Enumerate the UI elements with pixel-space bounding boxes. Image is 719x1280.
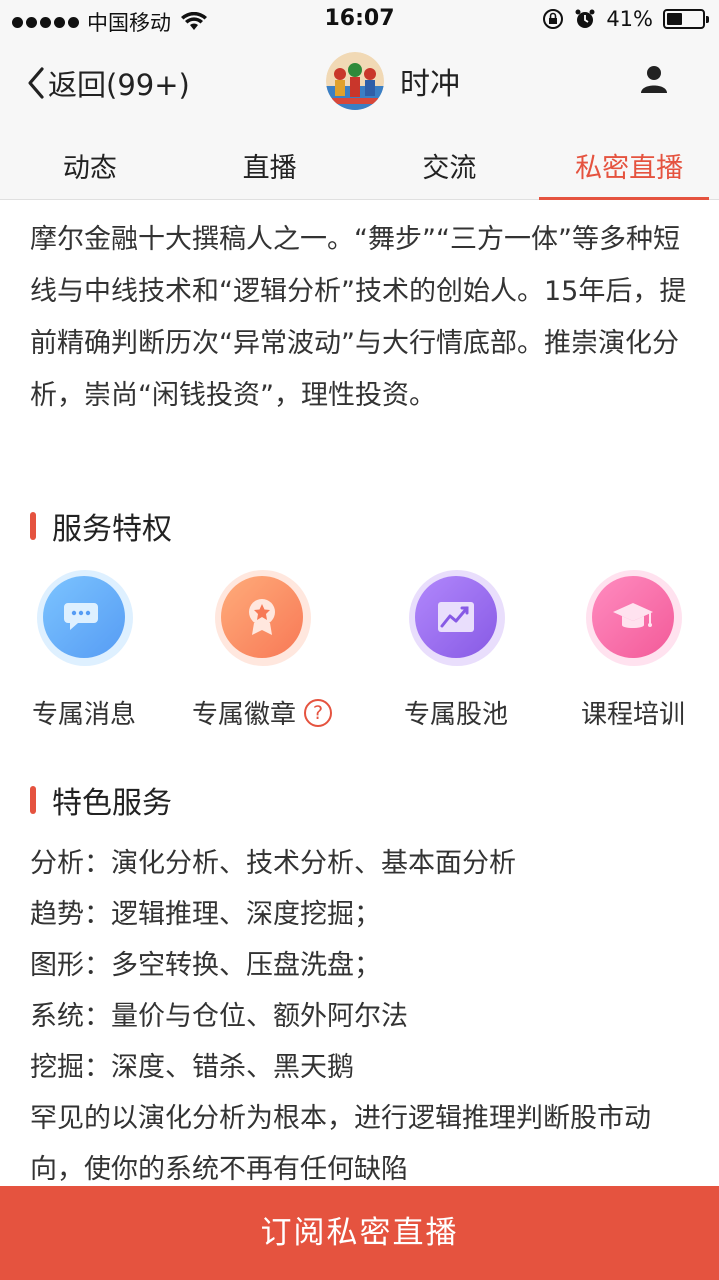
tab-private-live[interactable]: 私密直播 [539,126,719,200]
user-profile-icon[interactable] [639,64,669,94]
avatar[interactable] [326,52,384,110]
battery-percent: 41% [606,7,653,31]
feature-line: 分析：演化分析、技术分析、基本面分析 [30,848,516,879]
nav-bar: 返回(99+) 时冲 [0,40,719,126]
privileges-heading: 服务特权 [30,504,172,548]
section-accent-bar [30,512,36,540]
feature-line: 趋势：逻辑推理、深度挖掘； [30,899,381,930]
featured-heading: 特色服务 [30,778,172,822]
privilege-label: 专属消息 [31,700,136,730]
privilege-exclusive-badge[interactable]: 专属徽章 ? [172,566,352,731]
chevron-left-icon [28,67,44,99]
back-label: 返回(99+) [48,68,190,102]
feature-line: 罕见的以演化分析为根本，进行逻辑推理判断股市动向，使你的系统不再有任何缺陷 [30,1103,651,1185]
privilege-label: 专属徽章 [191,700,296,730]
page-title: 时冲 [400,67,460,102]
tab-dynamics[interactable]: 动态 [0,126,180,199]
status-bar: 中国移动 16:07 41% [0,0,719,40]
nav-center: 时冲 [326,52,460,110]
privilege-exclusive-message[interactable]: 专属消息 [0,566,174,731]
battery-icon [663,9,709,29]
privileges-grid: 专属消息 专属徽章 ? 专属股池 课程培训 [0,566,719,736]
privilege-label: 专属股池 [403,700,508,730]
help-question-icon[interactable]: ? [304,698,332,727]
back-button[interactable]: 返回(99+) [26,62,190,104]
section-accent-bar [30,786,36,814]
intro-text: 摩尔金融十大撰稿人之一。“舞步”“三方一体”等多种短线与中线技术和“逻辑分析”技… [30,224,687,411]
feature-line: 挖掘：深度、错杀、黑天鹅 [30,1052,354,1083]
tab-exchange[interactable]: 交流 [360,126,540,199]
privilege-course-training[interactable]: 课程培训 [543,566,719,731]
status-right: 41% [542,7,709,31]
tab-live[interactable]: 直播 [180,126,360,199]
featured-services-list: 分析：演化分析、技术分析、基本面分析 趋势：逻辑推理、深度挖掘； 图形：多空转换… [30,838,700,1195]
featured-title: 特色服务 [52,786,172,821]
alarm-icon [575,9,595,28]
feature-line: 图形：多空转换、压盘洗盘； [30,950,381,981]
privileges-title: 服务特权 [52,512,172,547]
feature-line: 系统：量价与仓位、额外阿尔法 [30,1001,408,1032]
subscribe-button[interactable]: 订阅私密直播 [0,1186,719,1280]
privilege-exclusive-stock-pool[interactable]: 专属股池 [366,566,546,731]
privilege-label: 课程培训 [580,700,685,730]
rotation-lock-icon [543,9,564,29]
tab-bar: 动态 直播 交流 私密直播 [0,126,719,200]
